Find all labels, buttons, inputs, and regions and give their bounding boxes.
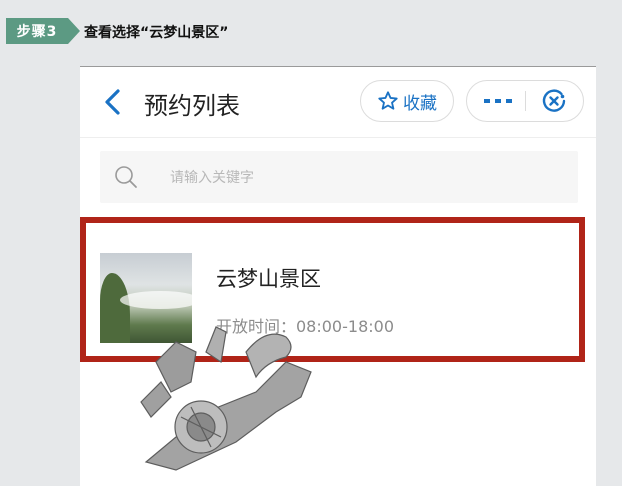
search-input[interactable]: 请输入关键字 [170, 167, 254, 187]
capsule-divider [525, 91, 526, 111]
back-arrow-icon[interactable] [102, 87, 124, 117]
search-bar[interactable]: 请输入关键字 [100, 151, 578, 203]
step-label: 步骤3 [6, 18, 68, 44]
capsule-menu [466, 80, 584, 122]
item-name: 云梦山景区 [216, 267, 321, 291]
page-title: 预约列表 [144, 92, 240, 120]
step-tag-arrow [68, 18, 80, 44]
star-icon [378, 91, 398, 110]
step-instruction: 查看选择“云梦山景区” [84, 25, 229, 41]
thumbnail-tree [100, 273, 130, 343]
thumbnail-mist [120, 291, 192, 309]
step-tag: 步骤3 [6, 18, 80, 44]
favorite-button[interactable]: 收藏 [360, 80, 454, 122]
search-icon [115, 166, 137, 188]
more-dots-icon[interactable] [483, 93, 513, 109]
nav-bar: 预约列表 收藏 [80, 67, 596, 138]
chariot-statue-image [140, 326, 312, 471]
favorite-label: 收藏 [403, 93, 437, 114]
close-circle-icon[interactable] [541, 88, 567, 114]
